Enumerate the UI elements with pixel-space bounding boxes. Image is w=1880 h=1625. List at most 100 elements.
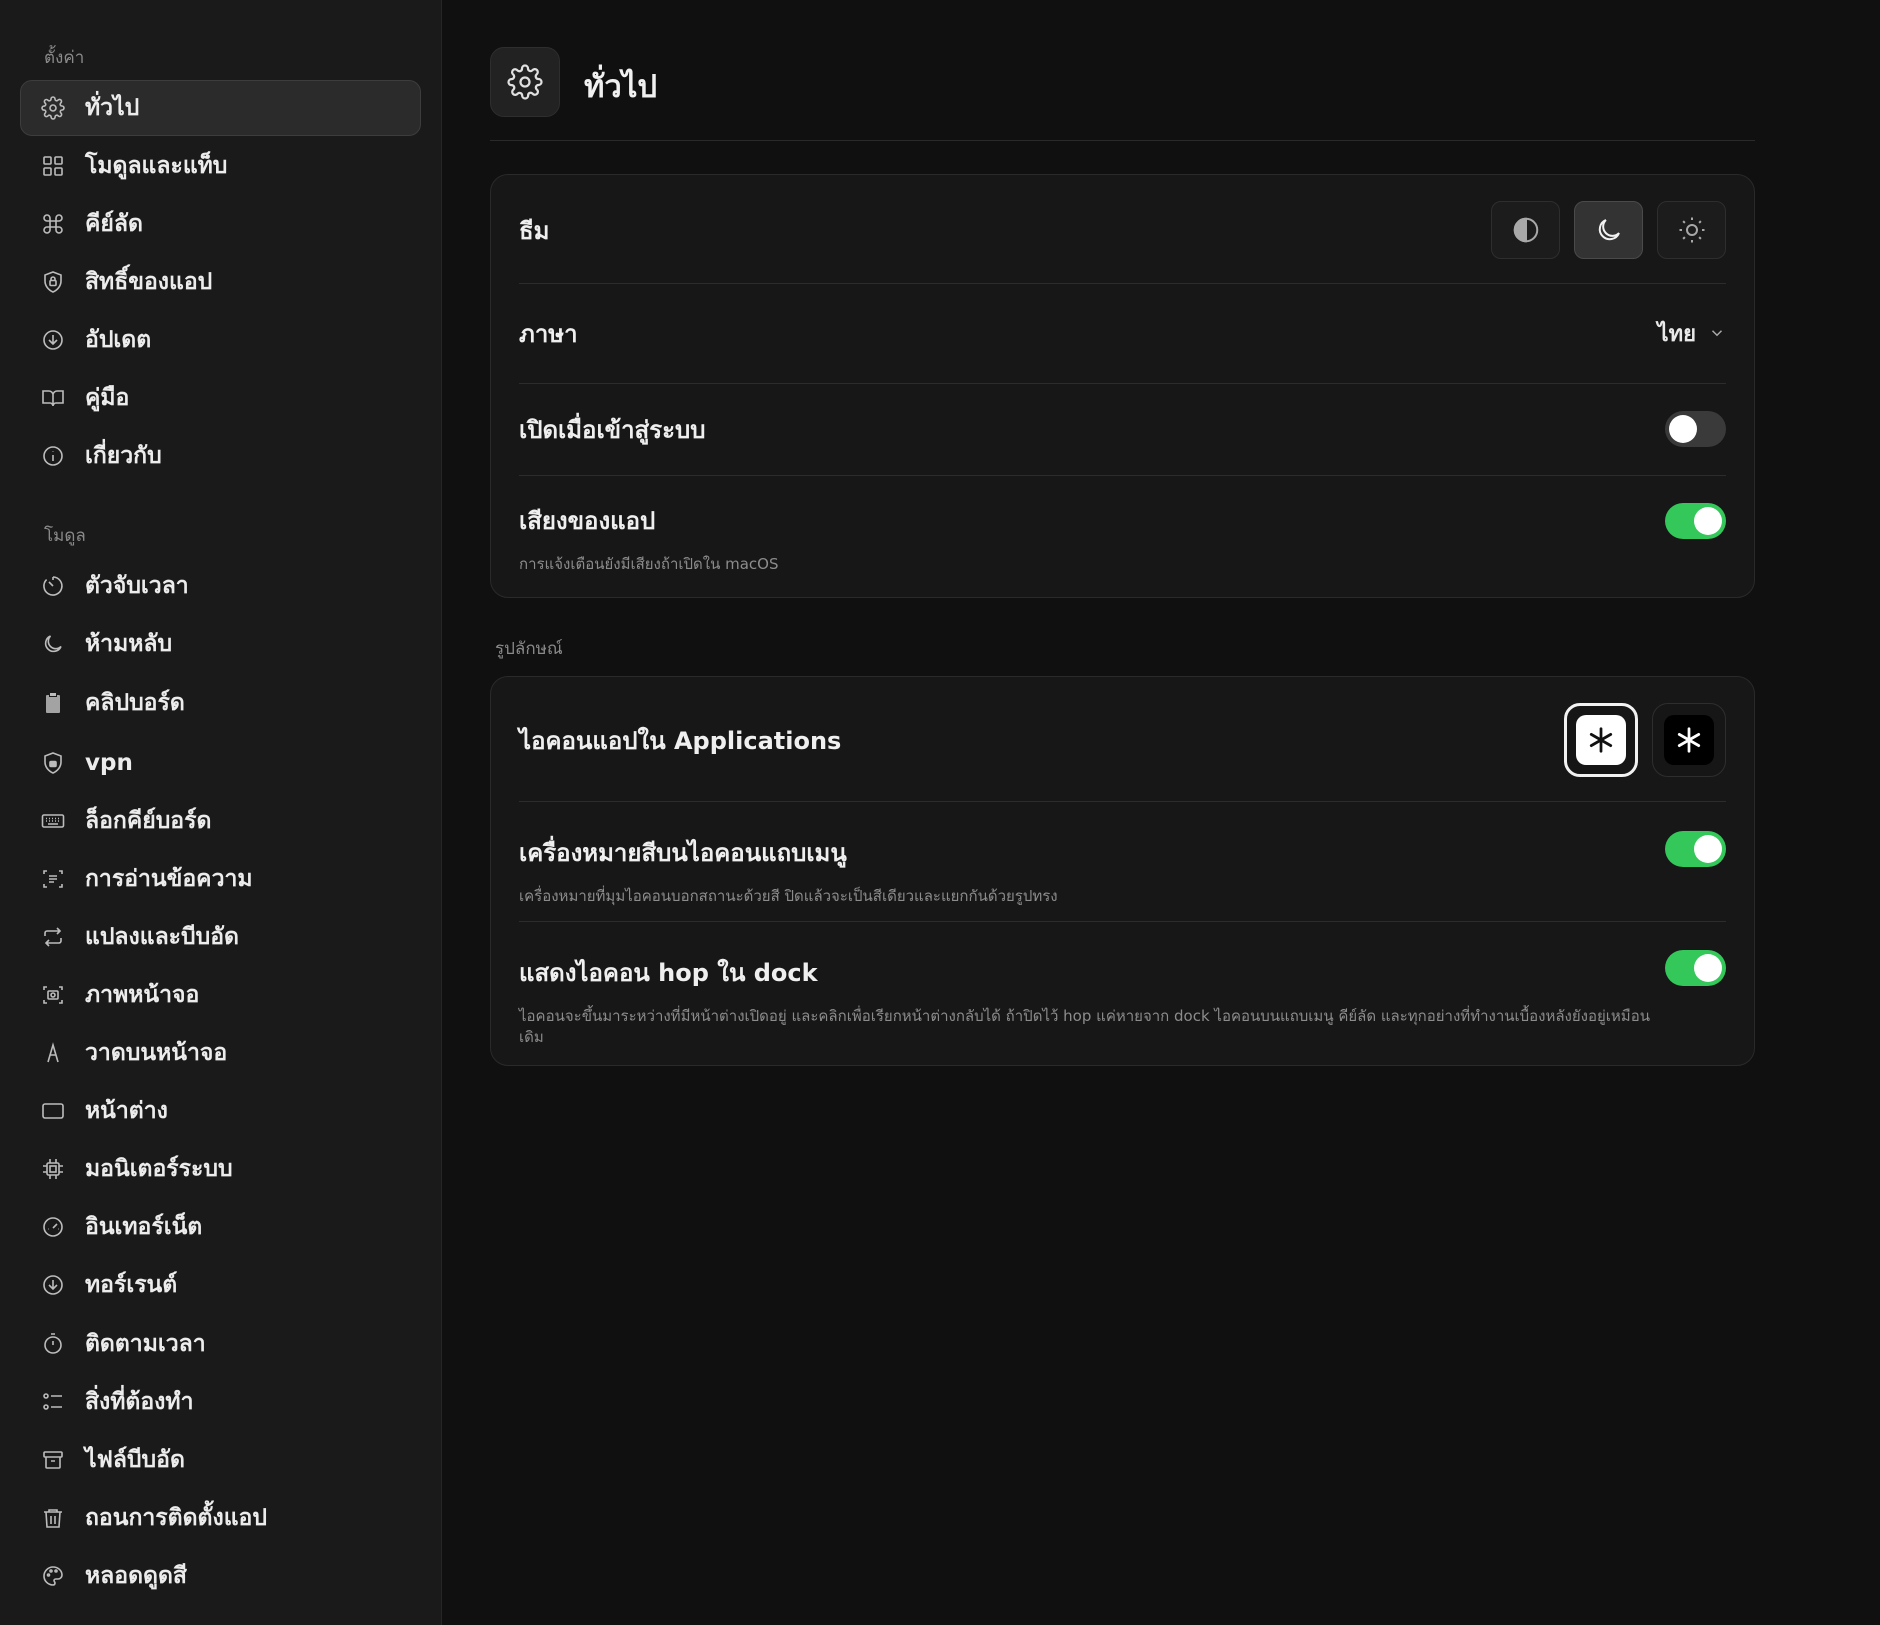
dock-icon-description: ไอคอนจะขึ้นมาระหว่างที่มีหน้าต่างเปิดอยู… <box>519 1007 1650 1046</box>
sidebar-item-label: หน้าต่าง <box>85 1098 168 1124</box>
sidebar-item-convert[interactable]: แปลงและบีบอัด <box>20 909 421 965</box>
theme-auto-button[interactable] <box>1491 201 1560 259</box>
sidebar-item-general[interactable]: ทั่วไป <box>20 80 421 136</box>
menubar-badge-row: เครื่องหมายสีบนไอคอนแถบเมนู เครื่องหมายท… <box>519 831 1726 907</box>
divider <box>519 283 1726 284</box>
theme-label: ธีม <box>519 216 550 245</box>
sidebar-item-permissions[interactable]: สิทธิ์ของแอป <box>20 254 421 310</box>
sidebar-item-screenshot[interactable]: ภาพหน้าจอ <box>20 967 421 1023</box>
page-header: ทั่วไป <box>490 47 1755 141</box>
sidebar-item-internet[interactable]: อินเทอร์เน็ต <box>20 1199 421 1255</box>
sidebar-item-label: ล็อกคีย์บอร์ด <box>85 808 212 834</box>
book-icon <box>39 384 67 412</box>
sidebar-item-label: คีย์ลัด <box>85 211 143 237</box>
download-circle-icon <box>39 1271 67 1299</box>
sidebar: ตั้งค่า ทั่วไป โมดูลและแท็บ คีย์ลัด สิทธ… <box>0 0 442 1625</box>
timer-icon <box>39 572 67 600</box>
sidebar-item-label: แปลงและบีบอัด <box>85 924 239 950</box>
sidebar-item-label: ทั่วไป <box>85 95 140 121</box>
sidebar-item-draw[interactable]: วาดบนหน้าจอ <box>20 1025 421 1081</box>
sidebar-item-manual[interactable]: คู่มือ <box>20 370 421 426</box>
trash-icon <box>39 1504 67 1532</box>
main-content: ทั่วไป ธีม ภาษา ไทย เปิดเมื่อเข้าสู่ระบบ… <box>443 0 1880 1625</box>
clipboard-icon <box>39 689 67 717</box>
dock-icon-label: แสดงไอคอน hop ใน dock <box>519 959 818 987</box>
general-settings-card: ธีม ภาษา ไทย เปิดเมื่อเข้าสู่ระบบ เสียงข… <box>490 174 1755 598</box>
toggle-knob <box>1669 415 1697 443</box>
sidebar-item-system-monitor[interactable]: มอนิเตอร์ระบบ <box>20 1141 421 1197</box>
appearance-section-label: รูปลักษณ์ <box>495 639 563 659</box>
app-sound-toggle[interactable] <box>1665 503 1726 539</box>
launch-at-login-toggle[interactable] <box>1665 411 1726 447</box>
sidebar-item-label: อินเทอร์เน็ต <box>85 1214 203 1240</box>
sidebar-item-label: เกี่ยวกับ <box>85 443 162 469</box>
convert-icon <box>39 923 67 951</box>
sidebar-item-about[interactable]: เกี่ยวกับ <box>20 428 421 484</box>
sidebar-item-label: ทอร์เรนต์ <box>85 1272 178 1298</box>
text-scan-icon <box>39 865 67 893</box>
stopwatch-icon <box>39 1330 67 1358</box>
palette-icon <box>39 1562 67 1590</box>
sidebar-item-keyboard-lock[interactable]: ล็อกคีย์บอร์ด <box>20 793 421 849</box>
sidebar-item-clipboard[interactable]: คลิปบอร์ด <box>20 675 421 731</box>
sidebar-item-torrent[interactable]: ทอร์เรนต์ <box>20 1257 421 1313</box>
sidebar-item-modules-tabs[interactable]: โมดูลและแท็บ <box>20 138 421 194</box>
sidebar-item-label: ถอนการติดตั้งแอป <box>85 1505 267 1531</box>
language-select[interactable]: ไทย <box>1658 316 1726 351</box>
sidebar-item-label: ตัวจับเวลา <box>85 573 189 599</box>
info-icon <box>39 442 67 470</box>
theme-dark-button[interactable] <box>1574 201 1643 259</box>
screenshot-icon <box>39 981 67 1009</box>
sidebar-item-label: คู่มือ <box>85 385 130 411</box>
sidebar-item-text-reading[interactable]: การอ่านข้อความ <box>20 851 421 907</box>
app-icon-light-option[interactable] <box>1564 703 1638 777</box>
sidebar-item-color-picker[interactable]: หลอดดูดสี <box>20 1548 421 1604</box>
divider <box>519 475 1726 476</box>
app-icon-dark-option[interactable] <box>1652 703 1726 777</box>
sidebar-item-time-tracking[interactable]: ติดตามเวลา <box>20 1316 421 1372</box>
divider <box>519 921 1726 922</box>
appearance-settings-card: ไอคอนแอปใน Applications เครื่องหมายสีบนไ… <box>490 676 1755 1066</box>
sidebar-item-label: โมดูลและแท็บ <box>85 153 228 179</box>
page-title: ทั่วไป <box>584 69 658 105</box>
toggle-knob <box>1694 507 1722 535</box>
toggle-knob <box>1694 835 1722 863</box>
divider <box>519 383 1726 384</box>
sidebar-item-archive[interactable]: ไฟล์บีบอัด <box>20 1432 421 1488</box>
checklist-icon <box>39 1388 67 1416</box>
language-value: ไทย <box>1657 321 1696 347</box>
sidebar-item-timer[interactable]: ตัวจับเวลา <box>20 558 421 614</box>
language-row: ภาษา ไทย <box>519 313 1726 353</box>
app-icon-label: ไอคอนแอปใน Applications <box>519 726 842 755</box>
cpu-icon <box>39 1155 67 1183</box>
command-icon <box>39 210 67 238</box>
sidebar-item-update[interactable]: อัปเดต <box>20 312 421 368</box>
sidebar-item-uninstall[interactable]: ถอนการติดตั้งแอป <box>20 1490 421 1546</box>
theme-row: ธีม <box>519 201 1726 259</box>
theme-light-button[interactable] <box>1657 201 1726 259</box>
sidebar-item-todo[interactable]: สิ่งที่ต้องทำ <box>20 1374 421 1430</box>
sidebar-item-label: การอ่านข้อความ <box>85 866 253 892</box>
sidebar-item-shortcuts[interactable]: คีย์ลัด <box>20 196 421 252</box>
keyboard-icon <box>39 807 67 835</box>
sidebar-item-caffeinate[interactable]: ห้ามหลับ <box>20 616 421 672</box>
gear-icon <box>39 94 67 122</box>
chevron-down-icon <box>1711 330 1723 337</box>
draw-icon <box>39 1039 67 1067</box>
sidebar-item-label: ไฟล์บีบอัด <box>85 1447 185 1473</box>
sun-icon <box>1679 217 1704 243</box>
sidebar-item-windows[interactable]: หน้าต่าง <box>20 1083 421 1139</box>
menubar-badge-description: เครื่องหมายที่มุมไอคอนบอกสถานะด้วยสี ปิด… <box>519 887 1058 905</box>
sidebar-item-label: มอนิเตอร์ระบบ <box>85 1156 233 1182</box>
app-sound-description: การแจ้งเตือนยังมีเสียงถ้าเปิดใน macOS <box>519 555 779 573</box>
dock-icon-toggle[interactable] <box>1665 950 1726 986</box>
app-icon-light-tile <box>1576 715 1626 765</box>
dock-icon-row: แสดงไอคอน hop ใน dock ไอคอนจะขึ้นมาระหว่… <box>519 950 1726 1048</box>
asterisk-icon <box>1589 727 1613 753</box>
app-sound-row: เสียงของแอป การแจ้งเตือนยังมีเสียงถ้าเปิ… <box>519 501 1726 575</box>
launch-at-login-label: เปิดเมื่อเข้าสู่ระบบ <box>519 415 706 444</box>
sidebar-item-vpn[interactable]: vpn <box>20 735 421 791</box>
menubar-badge-toggle[interactable] <box>1665 831 1726 867</box>
contrast-icon <box>1513 217 1538 243</box>
divider <box>519 801 1726 802</box>
